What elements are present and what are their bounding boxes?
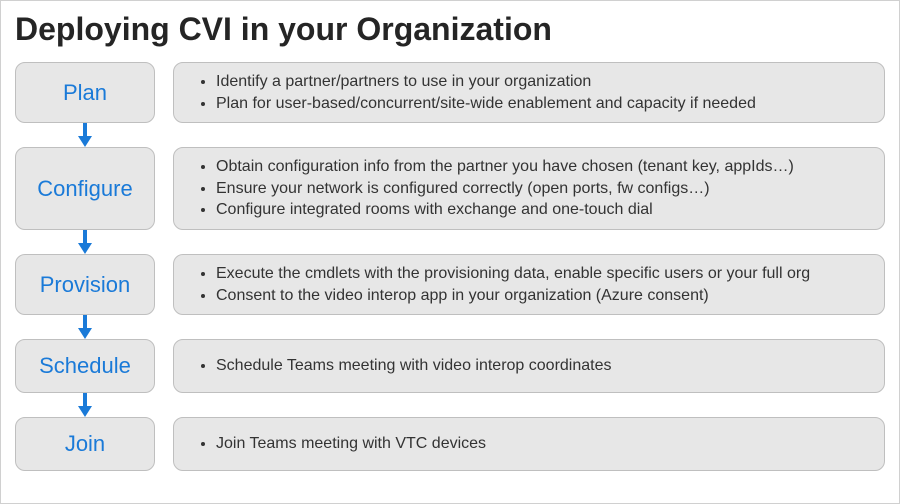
page-title: Deploying CVI in your Organization — [15, 11, 885, 48]
step-row-configure: Configure Obtain configuration info from… — [15, 147, 885, 230]
bullet: Join Teams meeting with VTC devices — [216, 433, 486, 455]
step-row-plan: Plan Identify a partner/partners to use … — [15, 62, 885, 123]
desc-box-provision: Execute the cmdlets with the provisionin… — [173, 254, 885, 315]
bullet: Execute the cmdlets with the provisionin… — [216, 263, 810, 285]
arrow-down-icon — [15, 393, 155, 417]
step-row-provision: Provision Execute the cmdlets with the p… — [15, 254, 885, 315]
arrow-row — [15, 315, 885, 339]
bullet: Ensure your network is configured correc… — [216, 178, 794, 200]
arrow-row — [15, 123, 885, 147]
bullet: Schedule Teams meeting with video intero… — [216, 355, 612, 377]
desc-box-join: Join Teams meeting with VTC devices — [173, 417, 885, 471]
step-box-join: Join — [15, 417, 155, 471]
bullet: Obtain configuration info from the partn… — [216, 156, 794, 178]
desc-box-schedule: Schedule Teams meeting with video intero… — [173, 339, 885, 393]
desc-box-configure: Obtain configuration info from the partn… — [173, 147, 885, 230]
step-row-schedule: Schedule Schedule Teams meeting with vid… — [15, 339, 885, 393]
bullet: Plan for user-based/concurrent/site-wide… — [216, 93, 756, 115]
bullet: Configure integrated rooms with exchange… — [216, 199, 794, 221]
arrow-down-icon — [15, 315, 155, 339]
step-box-provision: Provision — [15, 254, 155, 315]
step-row-join: Join Join Teams meeting with VTC devices — [15, 417, 885, 471]
step-box-plan: Plan — [15, 62, 155, 123]
steps-container: Plan Identify a partner/partners to use … — [15, 62, 885, 471]
step-box-configure: Configure — [15, 147, 155, 230]
arrow-row — [15, 230, 885, 254]
desc-box-plan: Identify a partner/partners to use in yo… — [173, 62, 885, 123]
bullet: Identify a partner/partners to use in yo… — [216, 71, 756, 93]
arrow-down-icon — [15, 123, 155, 147]
step-box-schedule: Schedule — [15, 339, 155, 393]
bullet: Consent to the video interop app in your… — [216, 285, 810, 307]
arrow-row — [15, 393, 885, 417]
arrow-down-icon — [15, 230, 155, 254]
